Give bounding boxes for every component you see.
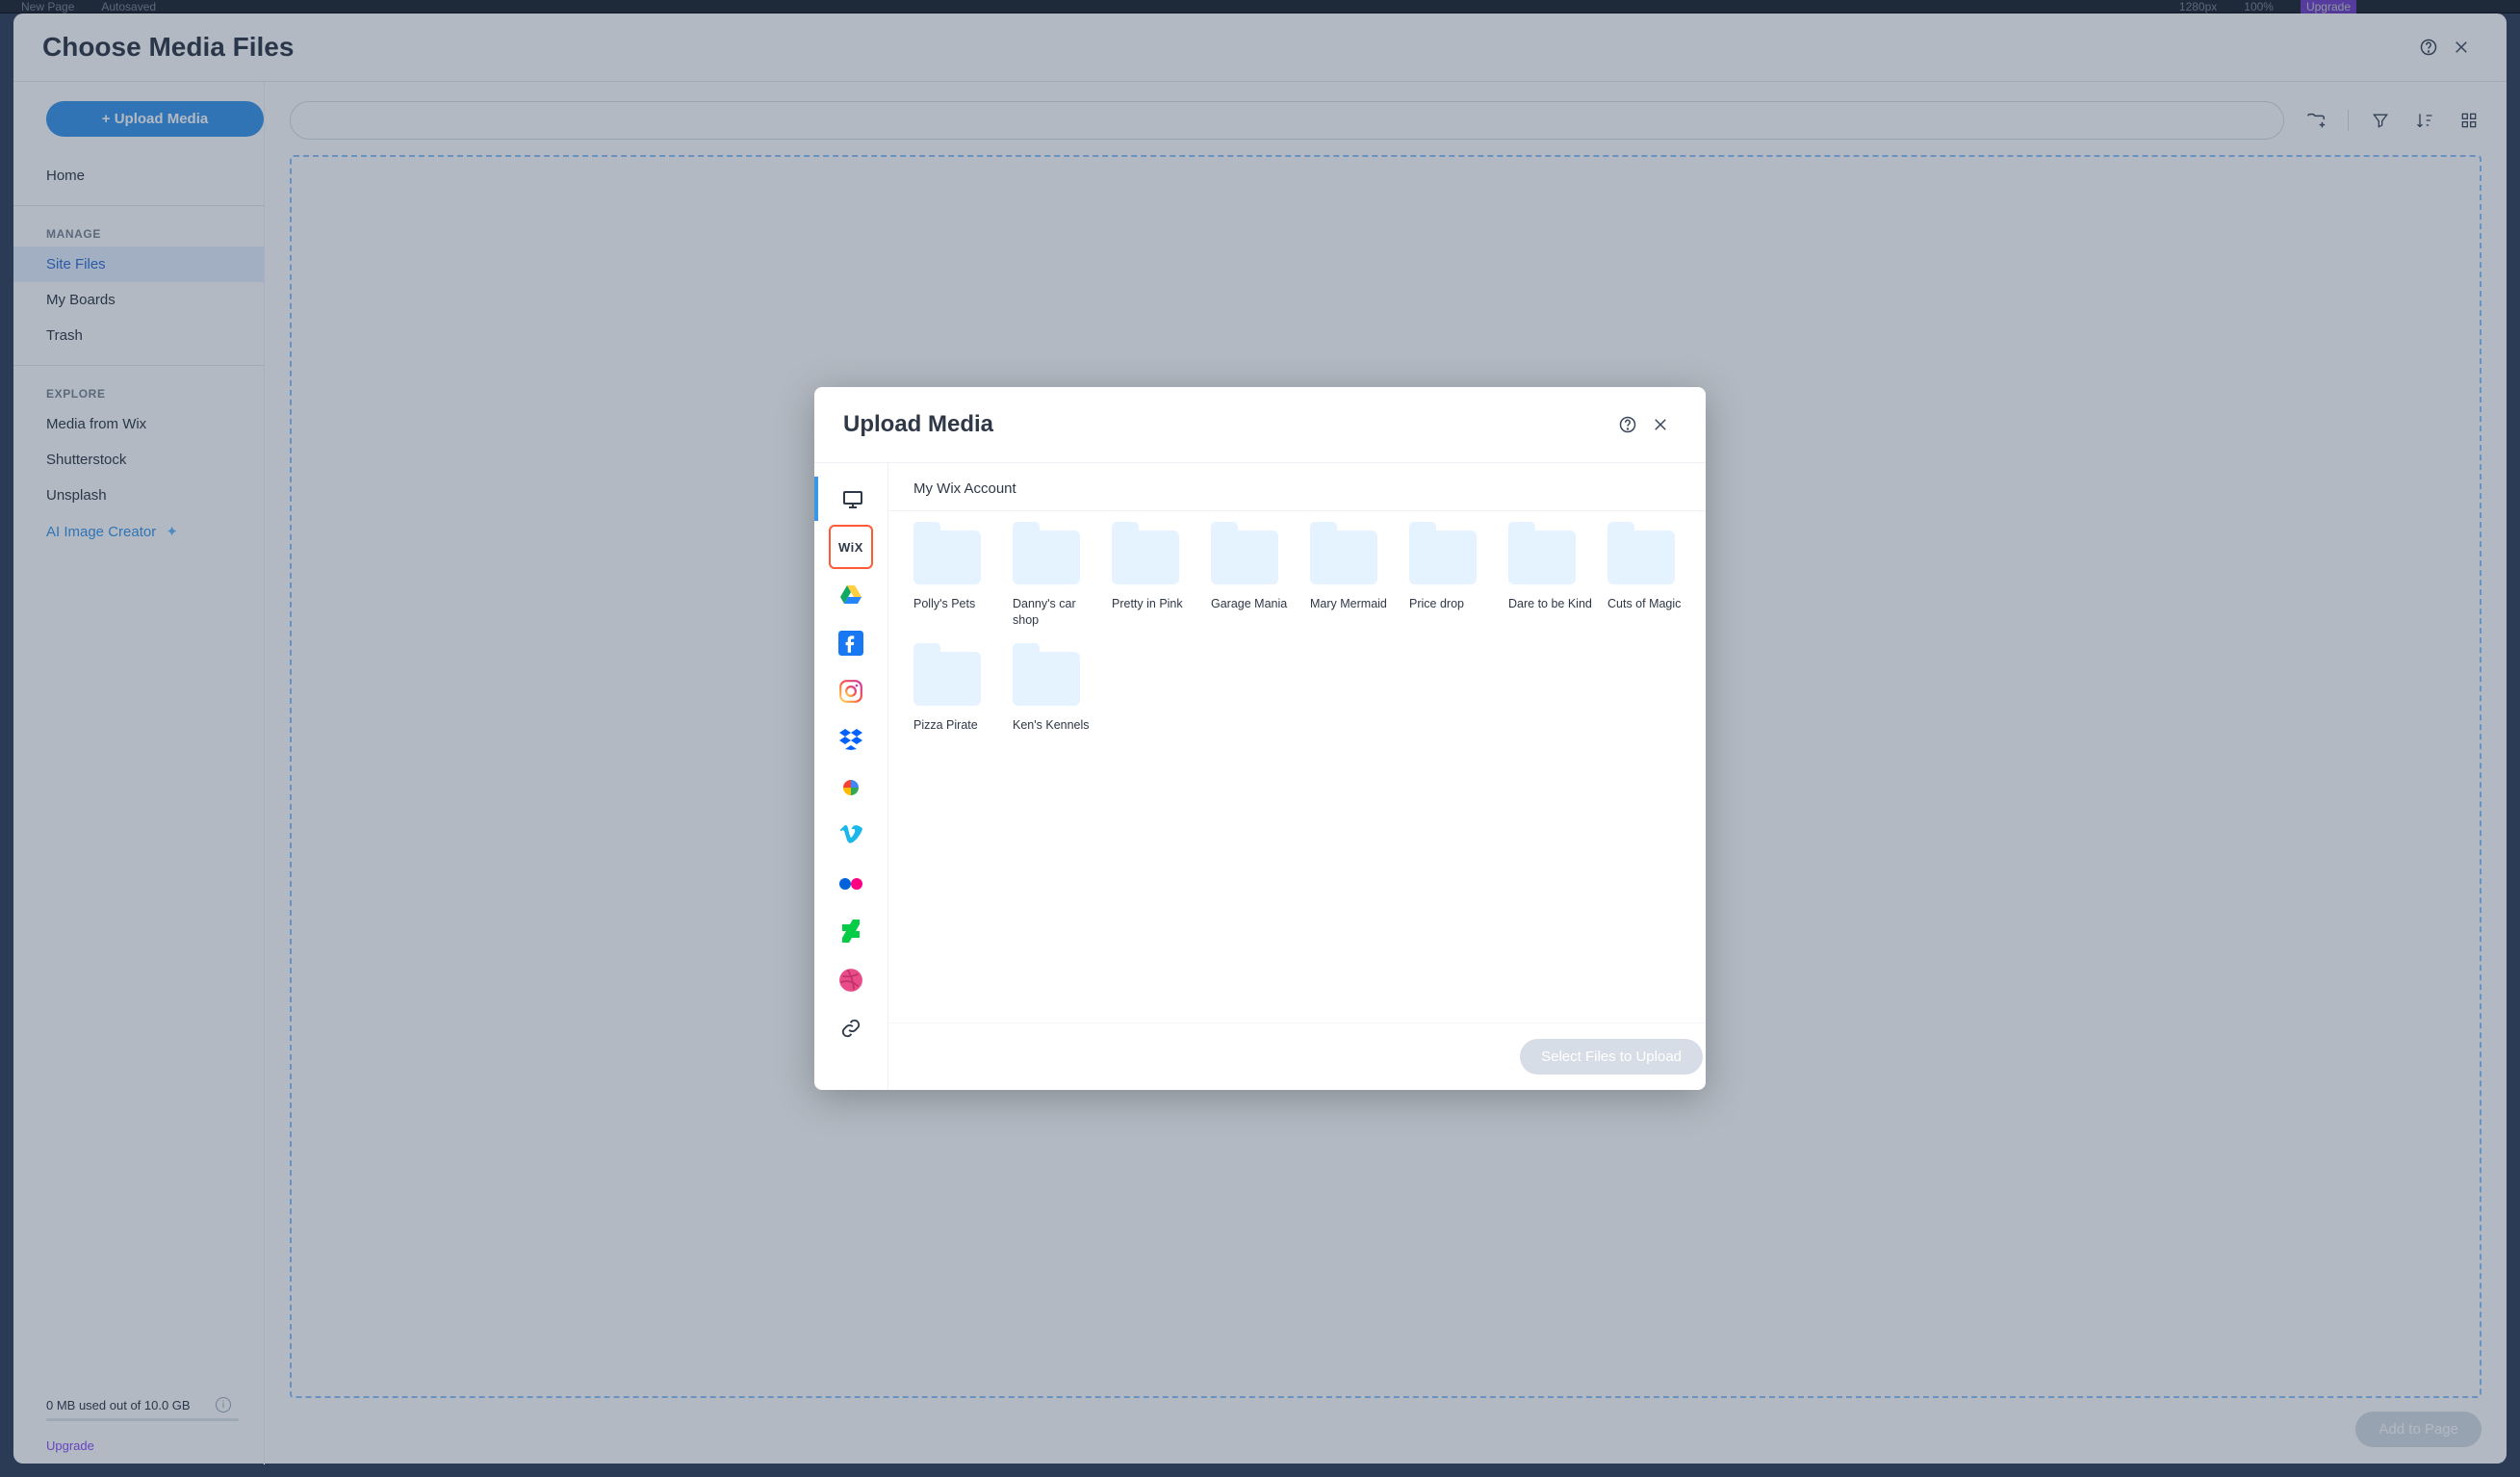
source-instagram[interactable] (829, 669, 873, 713)
source-computer[interactable] (814, 477, 887, 521)
upload-media-modal: Upload Media WiX (814, 387, 1706, 1090)
folder-icon (913, 652, 981, 706)
folder-icon (1310, 531, 1377, 584)
folder-label: Dare to be Kind (1508, 596, 1600, 612)
folder-label: Mary Mermaid (1310, 596, 1401, 612)
folder-label: Garage Mania (1211, 596, 1302, 612)
folder-icon (1013, 652, 1080, 706)
editor-top-bar: New Page Autosaved 1280px 100% Upgrade (0, 0, 2520, 13)
folder-label: Pretty in Pink (1112, 596, 1203, 612)
source-deviantart[interactable] (829, 910, 873, 954)
folder-item[interactable]: Polly's Pets (913, 531, 1005, 629)
folder-item[interactable]: Garage Mania (1211, 531, 1302, 629)
source-google-drive[interactable] (829, 573, 873, 617)
zoom-percent: 100% (2244, 0, 2274, 13)
source-facebook[interactable] (829, 621, 873, 665)
folder-icon (1508, 531, 1576, 584)
upgrade-badge[interactable]: Upgrade (2301, 0, 2356, 14)
folder-item[interactable]: Ken's Kennels (1013, 652, 1104, 734)
folder-icon (1211, 531, 1278, 584)
folder-item[interactable]: Pretty in Pink (1112, 531, 1203, 629)
canvas-width: 1280px (2179, 0, 2217, 13)
source-wix[interactable]: WiX (829, 525, 873, 569)
autosaved-label: Autosaved (101, 0, 156, 13)
folder-label: Polly's Pets (913, 596, 1005, 612)
folder-label: Ken's Kennels (1013, 717, 1104, 734)
close-icon[interactable] (1644, 408, 1677, 441)
folder-icon (913, 531, 981, 584)
folder-item[interactable]: Dare to be Kind (1508, 531, 1600, 629)
source-vimeo[interactable] (829, 814, 873, 858)
folder-item[interactable]: Mary Mermaid (1310, 531, 1401, 629)
new-page-label: New Page (21, 0, 74, 13)
folder-item[interactable]: Pizza Pirate (913, 652, 1005, 734)
source-link[interactable] (829, 1006, 873, 1050)
folder-label: Pizza Pirate (913, 717, 1005, 734)
source-dropbox[interactable] (829, 717, 873, 762)
folder-item[interactable]: Price drop (1409, 531, 1501, 629)
folder-grid: Polly's Pets Danny's car shop Pretty in Pi… (913, 531, 1699, 734)
upload-media-title: Upload Media (843, 411, 993, 438)
source-flickr[interactable] (829, 862, 873, 906)
folder-icon (1112, 531, 1179, 584)
folder-item[interactable]: Cuts of Magic (1607, 531, 1699, 629)
breadcrumb: My Wix Account (888, 463, 1706, 511)
choose-media-modal: Choose Media Files + Upload Media Home M… (13, 13, 2507, 1464)
source-google-photos[interactable] (829, 765, 873, 810)
select-files-button[interactable]: Select Files to Upload (1520, 1039, 1703, 1075)
folder-icon (1607, 531, 1675, 584)
folder-label: Cuts of Magic (1607, 596, 1699, 612)
folder-icon (1013, 531, 1080, 584)
source-dribbble[interactable] (829, 958, 873, 1002)
folder-label: Danny's car shop (1013, 596, 1104, 629)
folder-icon (1409, 531, 1477, 584)
folder-label: Price drop (1409, 596, 1501, 612)
source-column: WiX (814, 463, 888, 1090)
help-icon[interactable] (1611, 408, 1644, 441)
folder-item[interactable]: Danny's car shop (1013, 531, 1104, 629)
